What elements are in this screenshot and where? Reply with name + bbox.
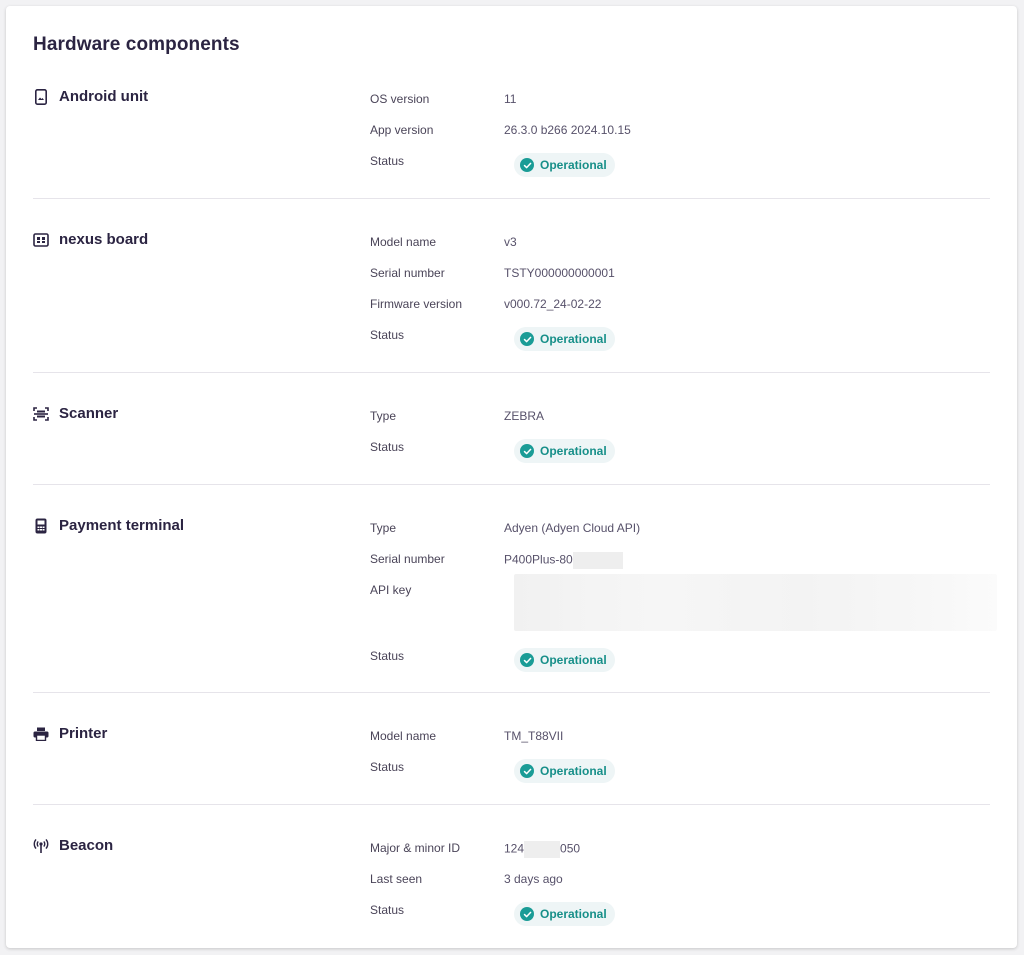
status-badge: Operational — [514, 327, 615, 351]
section-divider — [33, 804, 990, 805]
field-label: API key — [370, 583, 412, 597]
status-badge: Operational — [514, 759, 615, 783]
component-name: Printer — [59, 725, 108, 742]
status-badge: Operational — [514, 153, 615, 177]
check-circle-icon — [520, 653, 534, 667]
field-value: ZEBRA — [504, 409, 545, 423]
status-label: Status — [370, 649, 405, 663]
field-label: App version — [370, 123, 434, 137]
field-value-redacted: 124 050 — [504, 841, 580, 858]
component-name: nexus board — [59, 231, 149, 248]
status-text: Operational — [540, 444, 607, 458]
component-header: Printer — [33, 725, 107, 742]
field-label: Type — [370, 521, 397, 535]
check-circle-icon — [520, 332, 534, 346]
field-value-redacted: P400Plus-80 — [504, 552, 623, 569]
id-suffix: 050 — [560, 841, 581, 856]
redaction-block — [572, 552, 623, 569]
api-key-redacted-value — [514, 574, 997, 631]
field-label: Firmware version — [370, 297, 463, 311]
beacon-icon — [33, 838, 49, 854]
component-name: Scanner — [59, 405, 119, 422]
component-name: Beacon — [59, 837, 114, 854]
field-value: v3 — [504, 235, 517, 249]
section-divider — [33, 692, 990, 693]
section-divider — [33, 198, 990, 199]
field-label: Major & minor ID — [370, 841, 461, 855]
field-label: OS version — [370, 92, 430, 106]
component-name: Payment terminal — [59, 517, 185, 534]
check-circle-icon — [520, 764, 534, 778]
field-value: 11 — [504, 92, 517, 106]
status-badge: Operational — [514, 439, 615, 463]
status-label: Status — [370, 903, 405, 917]
field-label: Serial number — [370, 266, 445, 280]
field-label: Model name — [370, 235, 437, 249]
scanner-icon — [33, 406, 49, 422]
field-label: Model name — [370, 729, 437, 743]
status-text: Operational — [540, 332, 607, 346]
field-label: Last seen — [370, 872, 423, 886]
status-badge: Operational — [514, 902, 615, 926]
component-header: Beacon — [33, 837, 113, 854]
field-value: TSTY000000000001 — [504, 266, 615, 280]
field-value: 3 days ago — [504, 872, 563, 886]
field-label: Type — [370, 409, 397, 423]
check-circle-icon — [520, 444, 534, 458]
component-header: nexus board — [33, 231, 148, 248]
component-name: Android unit — [59, 88, 149, 105]
component-header: Scanner — [33, 405, 118, 422]
status-text: Operational — [540, 764, 607, 778]
component-header: Payment terminal — [33, 517, 184, 534]
status-badge: Operational — [514, 648, 615, 672]
payment-terminal-icon — [33, 518, 49, 534]
status-text: Operational — [540, 158, 607, 172]
field-label: Serial number — [370, 552, 445, 566]
component-header: Android unit — [33, 88, 148, 105]
check-circle-icon — [520, 158, 534, 172]
field-value: Adyen (Adyen Cloud API) — [504, 521, 641, 535]
section-divider — [33, 484, 990, 485]
board-icon — [33, 232, 49, 248]
printer-icon — [33, 726, 49, 742]
redaction-block — [524, 841, 561, 858]
status-label: Status — [370, 154, 405, 168]
status-label: Status — [370, 440, 405, 454]
hardware-components-card: Hardware components Android unit OS vers… — [6, 6, 1017, 948]
page-title: Hardware components — [33, 34, 240, 55]
status-label: Status — [370, 328, 405, 342]
check-circle-icon — [520, 907, 534, 921]
tablet-icon — [33, 88, 49, 105]
field-value: v000.72_24-02-22 — [504, 297, 602, 311]
section-divider — [33, 372, 990, 373]
status-text: Operational — [540, 653, 607, 667]
id-prefix: 124 — [504, 841, 525, 856]
status-text: Operational — [540, 907, 607, 921]
field-value: 26.3.0 b266 2024.10.15 — [504, 123, 631, 137]
serial-number-value: P400Plus-80 — [504, 552, 573, 567]
status-label: Status — [370, 760, 405, 774]
field-value: TM_T88VII — [504, 729, 564, 743]
